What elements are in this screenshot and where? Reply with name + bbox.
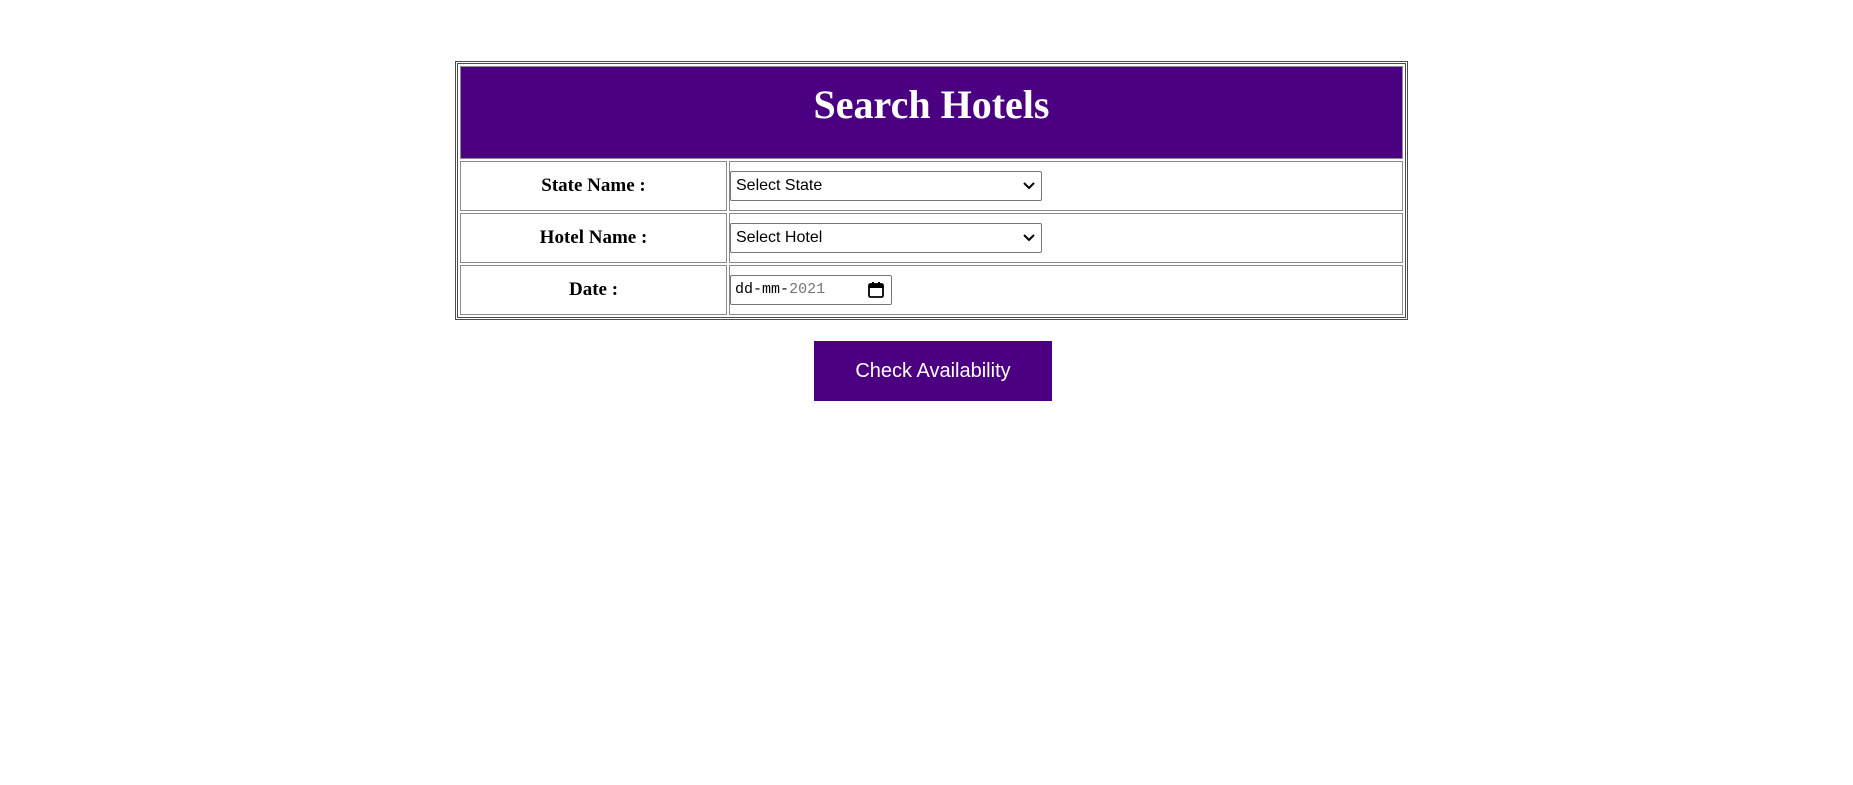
state-select-value: Select State — [736, 177, 823, 194]
header-row: Search Hotels — [460, 66, 1403, 159]
page-title: Search Hotels — [813, 81, 1050, 127]
date-row: Date : dd-mm-2021 — [460, 265, 1403, 315]
hotel-row: Hotel Name : Select Hotel — [460, 213, 1403, 263]
check-availability-button[interactable]: Check Availability — [814, 341, 1052, 401]
date-separator: - — [780, 281, 790, 298]
date-month-segment[interactable]: mm — [762, 281, 780, 298]
state-label: State Name : — [460, 161, 727, 211]
hotel-label: Hotel Name : — [460, 213, 727, 263]
date-input[interactable]: dd-mm-2021 — [730, 275, 892, 305]
date-label: Date : — [460, 265, 727, 315]
date-day-segment[interactable]: dd — [735, 281, 753, 298]
search-hotels-form: Search Hotels State Name : Select State … — [455, 61, 1408, 320]
date-control-cell: dd-mm-2021 — [729, 265, 1403, 315]
page: Search Hotels State Name : Select State … — [0, 0, 1853, 785]
state-control-cell: Select State — [729, 161, 1403, 211]
chevron-down-icon — [1023, 224, 1035, 252]
state-row: State Name : Select State — [460, 161, 1403, 211]
date-separator: - — [753, 281, 763, 298]
hotel-select[interactable]: Select Hotel — [730, 223, 1042, 253]
chevron-down-icon — [1023, 172, 1035, 200]
hotel-control-cell: Select Hotel — [729, 213, 1403, 263]
hotel-select-value: Select Hotel — [736, 229, 823, 246]
header-cell: Search Hotels — [460, 66, 1403, 159]
date-year-segment[interactable]: 2021 — [789, 281, 825, 298]
calendar-icon[interactable] — [867, 276, 885, 304]
state-select[interactable]: Select State — [730, 171, 1042, 201]
